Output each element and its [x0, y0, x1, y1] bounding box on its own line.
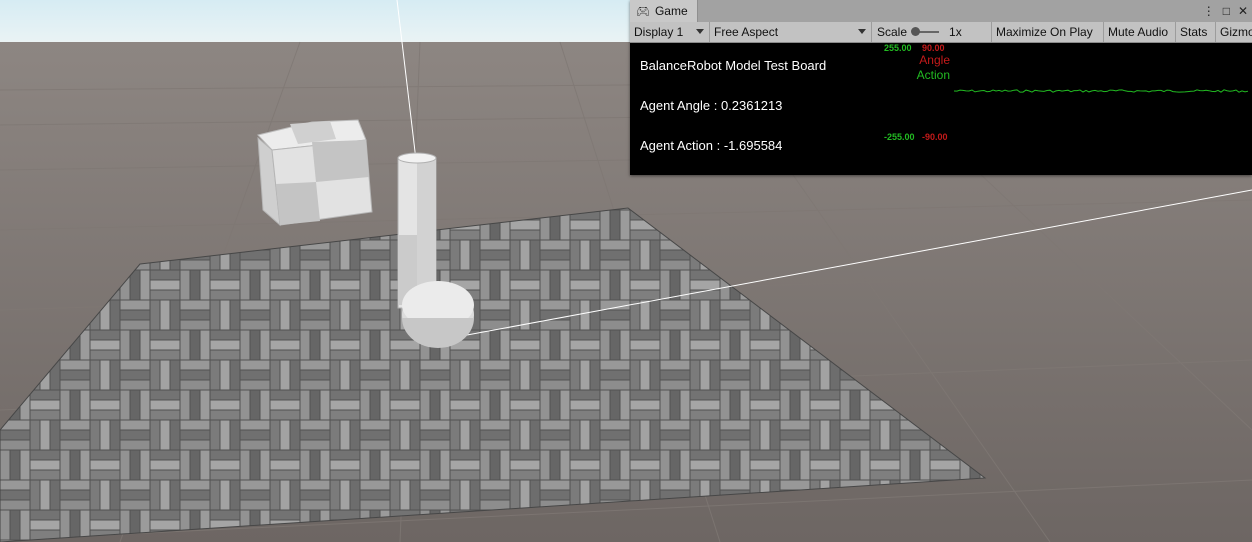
- action-min-label: -255.00: [884, 132, 915, 142]
- close-icon[interactable]: ✕: [1238, 4, 1248, 18]
- angle-max-label: 90.00: [922, 43, 945, 53]
- gamepad-icon: 🎮︎: [636, 5, 650, 18]
- legend-angle: Angle: [919, 53, 950, 67]
- tab-game[interactable]: 🎮︎ Game: [630, 0, 698, 22]
- agent-action-text: Agent Action : -1.695584: [640, 138, 783, 153]
- agent-angle-text: Agent Angle : 0.2361213: [640, 98, 783, 113]
- mute-audio-button[interactable]: Mute Audio: [1104, 22, 1176, 42]
- board-title: BalanceRobot Model Test Board: [640, 58, 827, 73]
- action-max-label: 255.00: [884, 43, 912, 53]
- scale-label: Scale: [877, 25, 908, 39]
- more-options-icon[interactable]: ⋮: [1203, 4, 1215, 18]
- aspect-label: Free Aspect: [714, 25, 779, 39]
- stats-button[interactable]: Stats: [1176, 22, 1216, 42]
- tab-title: Game: [654, 4, 688, 18]
- maximize-on-play-button[interactable]: Maximize On Play: [992, 22, 1104, 42]
- graph-widget: 255.00 90.00 -255.00 -90.00 Angle Action: [880, 43, 1252, 175]
- stats-label: Stats: [1180, 25, 1208, 39]
- scale-slider-handle[interactable]: [911, 27, 921, 36]
- cube-object: [257, 119, 373, 227]
- game-toolbar: Display 1 Free Aspect Scale 1x Maximize …: [630, 22, 1252, 43]
- aspect-dropdown[interactable]: Free Aspect: [710, 22, 872, 42]
- legend-action: Action: [916, 68, 950, 82]
- maximize-on-play-label: Maximize On Play: [996, 25, 1093, 39]
- action-graph-line: [954, 89, 1249, 93]
- scale-control: Scale 1x: [872, 22, 992, 42]
- display-label: Display 1: [634, 25, 684, 39]
- display-dropdown[interactable]: Display 1: [630, 22, 710, 42]
- scale-slider[interactable]: [911, 27, 940, 36]
- window-controls: ⋮ □ ✕: [1203, 0, 1248, 22]
- gizmos-button[interactable]: Gizmos: [1216, 22, 1252, 42]
- chevron-down-icon: [696, 29, 704, 34]
- tab-bar: 🎮︎ Game ⋮ □ ✕: [630, 0, 1252, 23]
- maximize-icon[interactable]: □: [1223, 4, 1230, 18]
- game-window: 🎮︎ Game ⋮ □ ✕ Display 1 Free Aspect Scal…: [630, 0, 1252, 175]
- chevron-down-icon: [858, 29, 866, 34]
- mute-audio-label: Mute Audio: [1108, 25, 1169, 39]
- angle-min-label: -90.00: [922, 132, 948, 142]
- game-view[interactable]: BalanceRobot Model Test Board Agent Angl…: [630, 43, 1252, 175]
- gizmos-label: Gizmos: [1220, 25, 1252, 39]
- scale-value: 1x: [949, 25, 962, 39]
- graph-legend: Angle Action: [880, 53, 950, 85]
